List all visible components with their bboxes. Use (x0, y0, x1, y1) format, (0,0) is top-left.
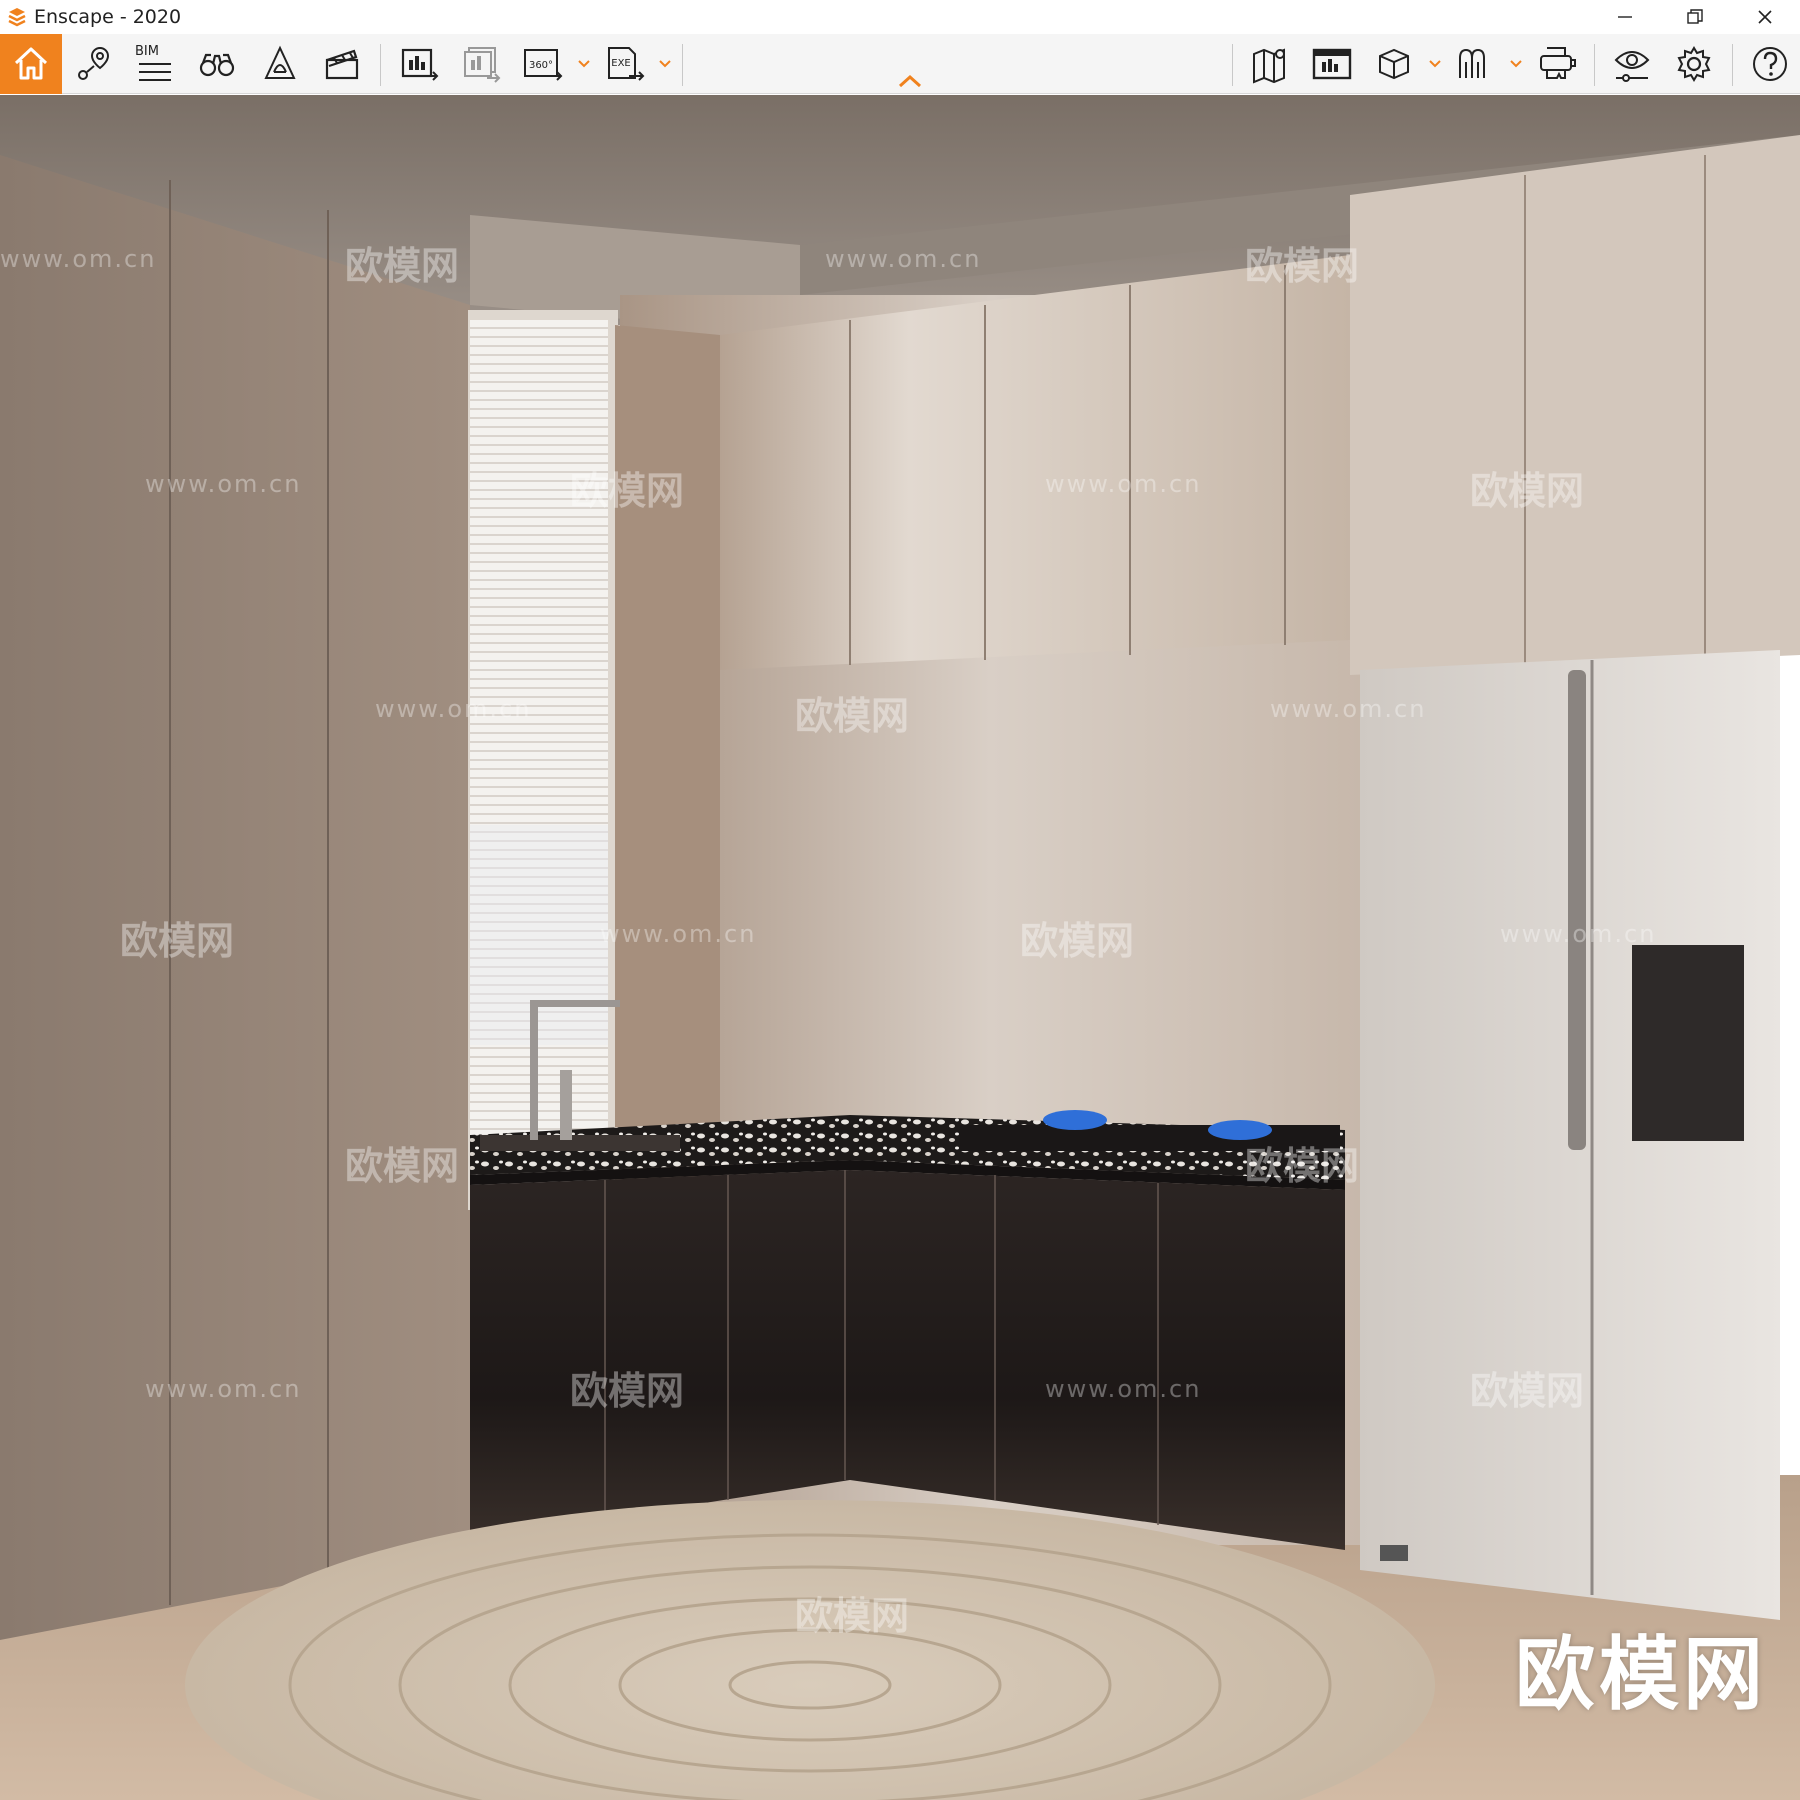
gallery-icon (1312, 48, 1352, 80)
exe-label: EXE (611, 58, 631, 69)
watermark-brand: 欧模网 (1470, 1371, 1585, 1413)
batch-render-icon (464, 47, 501, 83)
watermark-text: www.om.cn (145, 470, 302, 498)
vr-button[interactable] (1535, 42, 1579, 86)
eye-slider-icon (1614, 51, 1650, 82)
gear-icon (1677, 46, 1711, 82)
watermark-text: www.om.cn (1500, 920, 1657, 948)
minimize-button[interactable] (1590, 0, 1660, 34)
panorama-button[interactable]: 360° (521, 42, 565, 86)
video-button[interactable] (320, 42, 364, 86)
map-button[interactable] (1248, 42, 1292, 86)
watermark-text: www.om.cn (1045, 1375, 1202, 1403)
render-export-icon (401, 48, 439, 81)
bell-shape-icon (264, 45, 296, 79)
window-controls (1590, 0, 1800, 34)
watermark-brand: 欧模网 (1020, 921, 1135, 963)
help-icon (1753, 47, 1787, 81)
watermark-brand: 欧模网 (1470, 471, 1585, 513)
render-viewport[interactable]: www.om.cn www.om.cn www.om.cn www.om.cn … (0, 95, 1800, 1800)
watermark-brand: 欧模网 (1245, 1146, 1360, 1188)
brand-logo: 欧模网 (1515, 1630, 1767, 1719)
bim-list-icon (139, 63, 171, 81)
asset-dropdown-chevron-icon[interactable] (1428, 56, 1442, 70)
views-button[interactable] (72, 42, 116, 86)
toolbar-separator (1594, 44, 1595, 86)
asset-library-button[interactable] (1372, 42, 1416, 86)
batch-render-button[interactable] (459, 42, 503, 86)
help-button[interactable] (1748, 42, 1792, 86)
material-dropdown-chevron-icon[interactable] (1509, 56, 1523, 70)
settings-button[interactable] (1672, 42, 1716, 86)
clapper-icon (325, 49, 359, 80)
watermark-brand: 欧模网 (570, 471, 685, 513)
minimize-icon (1618, 16, 1632, 18)
restore-button[interactable] (1660, 0, 1730, 34)
collapse-toolbar-chevron-icon[interactable] (895, 72, 925, 90)
exe-export-icon: EXE (608, 47, 645, 81)
bim-button[interactable] (133, 42, 177, 86)
watermark-text: www.om.cn (0, 245, 157, 273)
toolbar-separator (682, 44, 683, 86)
watermark-brand: 欧模网 (345, 246, 460, 288)
panorama-360-icon: 360° (524, 49, 563, 81)
home-button[interactable] (0, 34, 62, 94)
restore-icon (1687, 9, 1703, 24)
watermark-brand: 欧模网 (795, 1596, 910, 1638)
material-icon (1459, 48, 1485, 78)
watermark-brand: 欧模网 (795, 696, 910, 738)
watermark-text: www.om.cn (145, 1375, 302, 1403)
visual-settings-button[interactable] (1610, 42, 1654, 86)
watermark-text: www.om.cn (1270, 695, 1427, 723)
cube-icon (1379, 48, 1409, 80)
home-icon (14, 47, 48, 80)
title-bar: Enscape - 2020 (0, 0, 1800, 34)
material-button[interactable] (1452, 42, 1496, 86)
toolbar-separator (1732, 44, 1733, 86)
watermark-brand: 欧模网 (570, 1371, 685, 1413)
close-icon (1758, 10, 1772, 24)
enscape-logo-icon (8, 8, 26, 27)
vr-headset-icon (1540, 47, 1576, 79)
watermark-text: www.om.cn (825, 245, 982, 273)
toolbar-separator (380, 44, 381, 86)
watermark-text: www.om.cn (375, 695, 532, 723)
toolbar-separator (1232, 44, 1233, 86)
exe-dropdown-chevron-icon[interactable] (658, 56, 672, 70)
watermark-text: www.om.cn (600, 920, 757, 948)
main-toolbar: BIM 360° EXE (0, 34, 1800, 94)
atmosphere-button[interactable] (258, 42, 302, 86)
panorama-360-label: 360° (529, 60, 553, 71)
panorama-dropdown-chevron-icon[interactable] (577, 56, 591, 70)
window-title: Enscape - 2020 (34, 6, 182, 28)
watermark-brand: 欧模网 (1245, 246, 1360, 288)
exe-export-button[interactable]: EXE (603, 42, 647, 86)
watermark-brand: 欧模网 (120, 921, 235, 963)
watermark-text: www.om.cn (1045, 470, 1202, 498)
render-button[interactable] (397, 42, 441, 86)
watermark-brand: 欧模网 (345, 1146, 460, 1188)
binoculars-icon (199, 53, 235, 77)
map-icon (1253, 48, 1285, 84)
gallery-button[interactable] (1310, 42, 1354, 86)
binoculars-button[interactable] (195, 42, 239, 86)
location-pin-icon (78, 46, 110, 80)
close-button[interactable] (1730, 0, 1800, 34)
